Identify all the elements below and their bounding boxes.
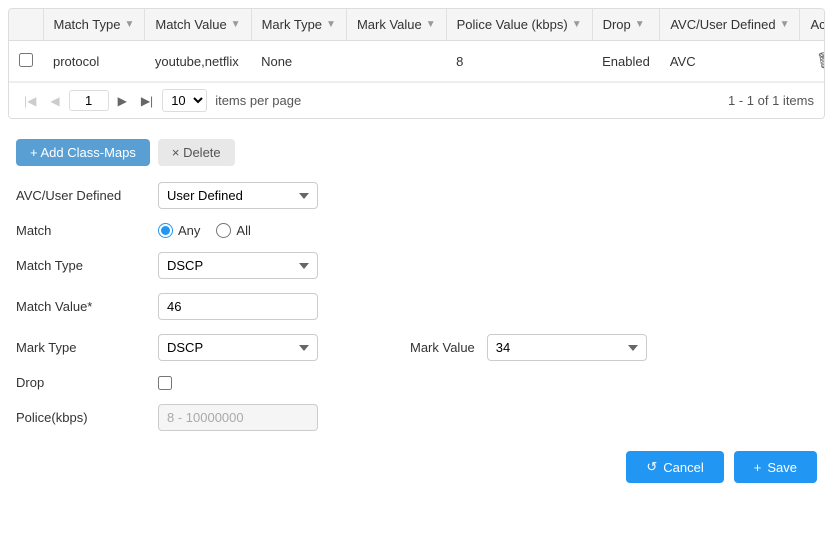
cell-match-value: youtube,netflix bbox=[145, 41, 251, 82]
col-checkbox bbox=[9, 9, 43, 41]
page-number-input[interactable] bbox=[69, 90, 109, 111]
cancel-icon: ↺ bbox=[646, 459, 657, 475]
match-any-option[interactable]: Any bbox=[158, 223, 200, 238]
action-buttons-row: + Add Class-Maps × Delete bbox=[16, 139, 817, 166]
match-all-option[interactable]: All bbox=[216, 223, 250, 238]
match-label: Match bbox=[16, 223, 146, 238]
bottom-buttons: ↺ Cancel + Save bbox=[16, 451, 817, 483]
table-row: protocol youtube,netflix None 8 Enabled bbox=[9, 41, 825, 82]
cancel-button[interactable]: ↺ Cancel bbox=[626, 451, 723, 483]
cell-drop: Enabled bbox=[592, 41, 660, 82]
sort-icon-match-type[interactable]: ▼ bbox=[124, 19, 134, 30]
cell-mark-type: None bbox=[251, 41, 346, 82]
match-type-row: Match Type DSCP Protocol ACL bbox=[16, 252, 817, 279]
last-page-button[interactable]: ▶| bbox=[136, 91, 158, 111]
col-match-type: Match Type ▼ bbox=[43, 9, 145, 41]
class-maps-table-container: Match Type ▼ Match Value ▼ Mark Type ▼ bbox=[8, 8, 825, 119]
sort-icon-police-value[interactable]: ▼ bbox=[572, 19, 582, 30]
next-page-button[interactable]: ▶ bbox=[113, 91, 132, 111]
sort-icon-drop[interactable]: ▼ bbox=[635, 19, 645, 30]
sort-icon-mark-value[interactable]: ▼ bbox=[426, 19, 436, 30]
form-area: + Add Class-Maps × Delete AVC/User Defin… bbox=[0, 127, 833, 499]
cell-police-value: 8 bbox=[446, 41, 592, 82]
col-avc-user-defined: AVC/User Defined ▼ bbox=[660, 9, 800, 41]
avc-label: AVC/User Defined bbox=[16, 188, 146, 203]
row-checkbox[interactable] bbox=[19, 53, 33, 67]
match-all-radio[interactable] bbox=[216, 223, 231, 238]
cell-match-type: protocol bbox=[43, 41, 145, 82]
per-page-select[interactable]: 10 25 50 bbox=[162, 89, 207, 112]
page-info-label: 1 - 1 of 1 items bbox=[728, 93, 814, 108]
pagination-bar: |◀ ◀ ▶ ▶| 10 25 50 items per page 1 - 1 … bbox=[9, 82, 824, 118]
mark-type-select[interactable]: DSCP None bbox=[158, 334, 318, 361]
delete-row-button[interactable]: 🗑 bbox=[810, 49, 825, 73]
drop-label: Drop bbox=[16, 375, 146, 390]
match-value-label: Match Value* bbox=[16, 299, 146, 314]
class-maps-table: Match Type ▼ Match Value ▼ Mark Type ▼ bbox=[9, 9, 825, 82]
match-type-select[interactable]: DSCP Protocol ACL bbox=[158, 252, 318, 279]
avc-select[interactable]: User Defined AVC bbox=[158, 182, 318, 209]
col-mark-value: Mark Value ▼ bbox=[346, 9, 446, 41]
drop-checkbox[interactable] bbox=[158, 376, 172, 390]
match-row: Match Any All bbox=[16, 223, 817, 238]
mark-value-group: Mark Value 34 0 1 bbox=[410, 334, 647, 361]
match-type-label: Match Type bbox=[16, 258, 146, 273]
cell-actions: 🗑 bbox=[800, 41, 825, 82]
sort-icon-match-value[interactable]: ▼ bbox=[231, 19, 241, 30]
first-page-button[interactable]: |◀ bbox=[19, 91, 41, 111]
police-row: Police(kbps) bbox=[16, 404, 817, 431]
col-match-value: Match Value ▼ bbox=[145, 9, 251, 41]
col-drop: Drop ▼ bbox=[592, 9, 660, 41]
cell-avc-user-defined: AVC bbox=[660, 41, 800, 82]
match-radio-group: Any All bbox=[158, 223, 251, 238]
save-icon: + bbox=[754, 460, 762, 475]
mark-row: Mark Type DSCP None Mark Value 34 0 1 bbox=[16, 334, 817, 361]
sort-icon-avc[interactable]: ▼ bbox=[780, 19, 790, 30]
mark-value-label: Mark Value bbox=[410, 340, 475, 355]
delete-button[interactable]: × Delete bbox=[158, 139, 235, 166]
drop-row: Drop bbox=[16, 375, 817, 390]
col-mark-type: Mark Type ▼ bbox=[251, 9, 346, 41]
police-label: Police(kbps) bbox=[16, 410, 146, 425]
match-value-input[interactable] bbox=[158, 293, 318, 320]
col-actions: Actions ▼ bbox=[800, 9, 825, 41]
save-button[interactable]: + Save bbox=[734, 451, 817, 483]
prev-page-button[interactable]: ◀ bbox=[45, 91, 64, 111]
police-input[interactable] bbox=[158, 404, 318, 431]
col-police-value: Police Value (kbps) ▼ bbox=[446, 9, 592, 41]
match-value-row: Match Value* bbox=[16, 293, 817, 320]
items-per-page-label: items per page bbox=[215, 93, 301, 108]
match-any-radio[interactable] bbox=[158, 223, 173, 238]
cell-mark-value bbox=[346, 41, 446, 82]
mark-value-select[interactable]: 34 0 1 bbox=[487, 334, 647, 361]
row-checkbox-cell bbox=[9, 41, 43, 82]
mark-type-label: Mark Type bbox=[16, 340, 146, 355]
avc-field-row: AVC/User Defined User Defined AVC bbox=[16, 182, 817, 209]
add-class-maps-button[interactable]: + Add Class-Maps bbox=[16, 139, 150, 166]
sort-icon-mark-type[interactable]: ▼ bbox=[326, 19, 336, 30]
